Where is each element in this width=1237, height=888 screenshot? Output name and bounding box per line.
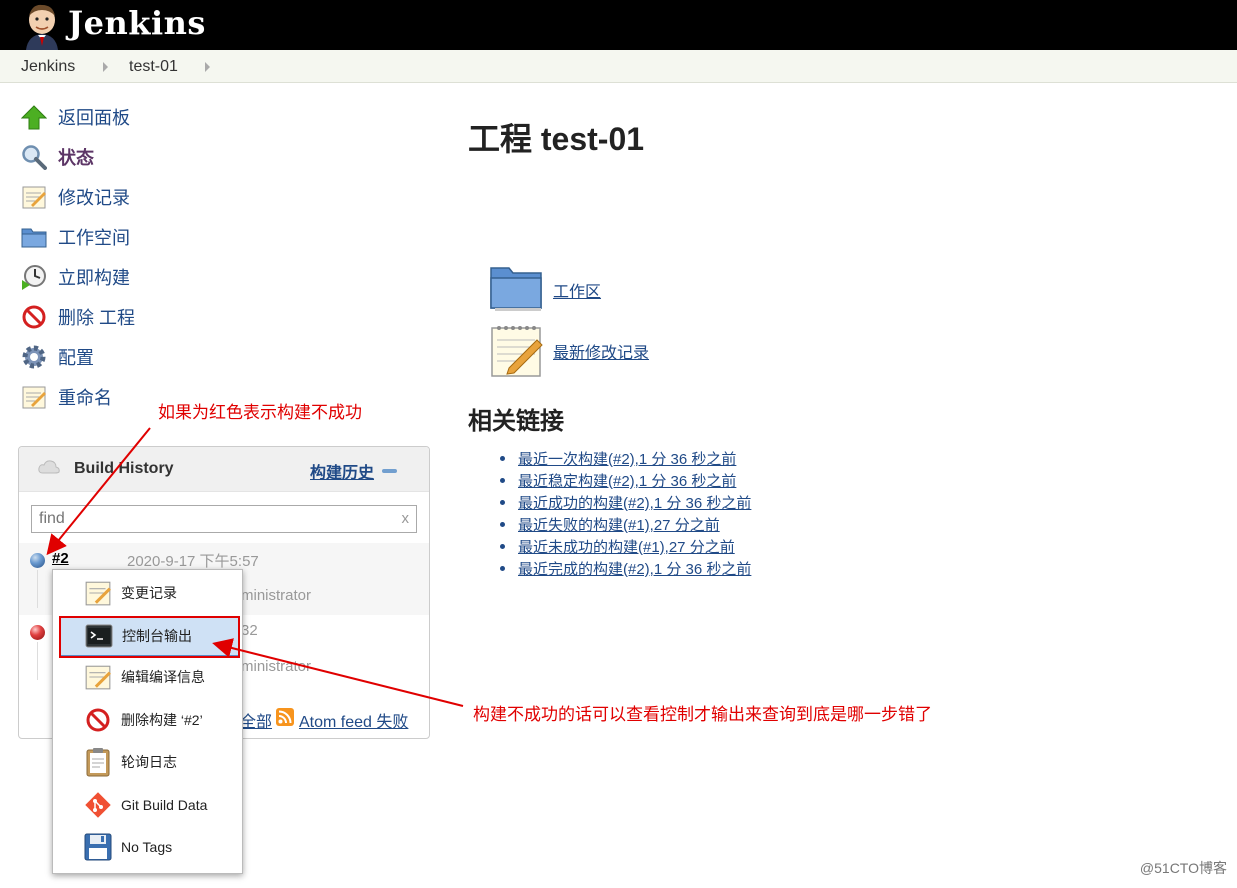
annotation-arrows [46,427,464,707]
watermark: @51CTO博客 [1139,860,1227,876]
